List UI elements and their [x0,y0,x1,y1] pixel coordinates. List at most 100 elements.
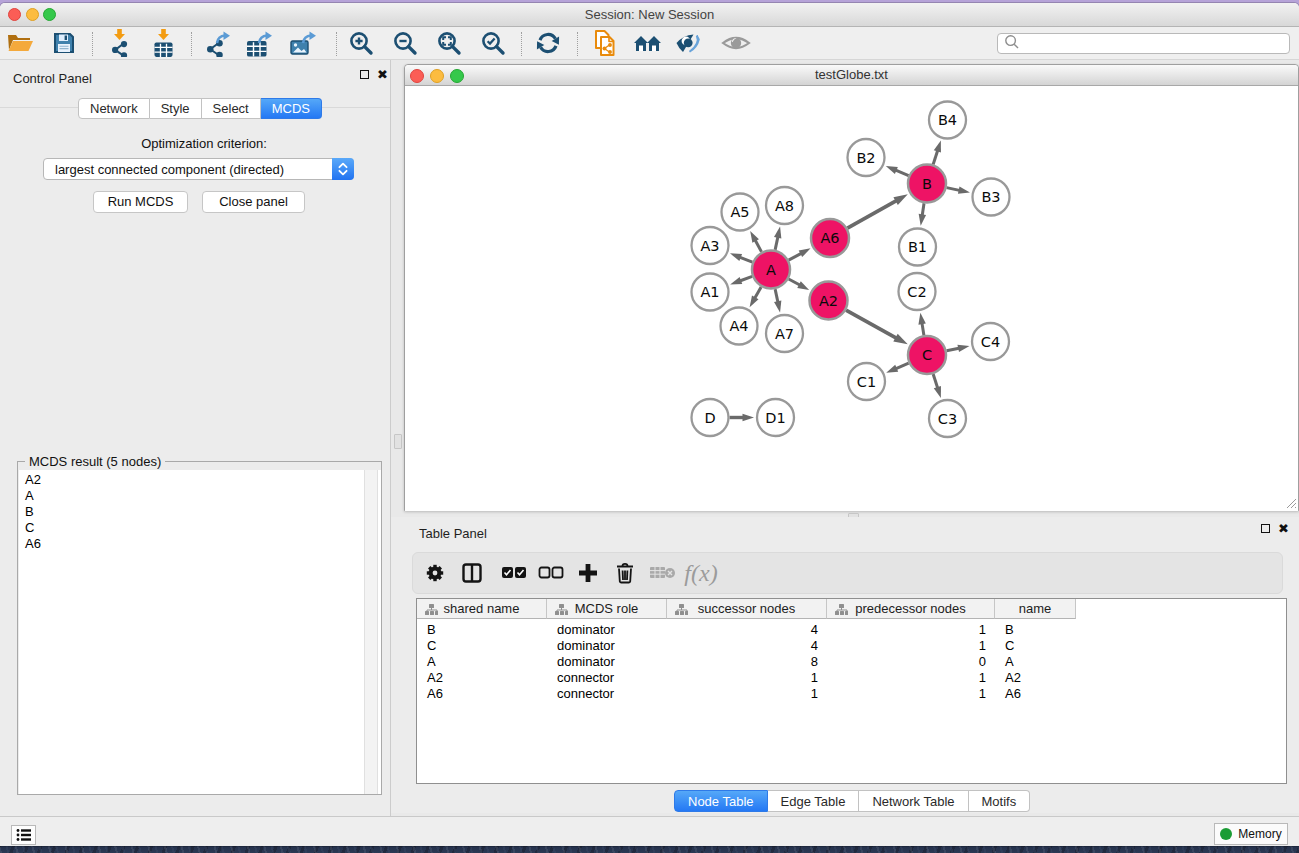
mcds-result-list[interactable]: A2ABCA6 [19,470,381,794]
table-settings-icon[interactable] [424,562,446,584]
table-row-C[interactable]: Cdominator41C [417,638,1286,654]
table-tab-network-table[interactable]: Network Table [859,790,968,812]
search-input[interactable] [1021,37,1289,51]
graph-node-A2[interactable]: A2 [810,282,848,320]
graph-edge-A-A1[interactable] [730,276,752,284]
save-session-icon[interactable] [48,28,80,58]
graph-node-B4[interactable]: B4 [929,102,966,139]
resize-grip[interactable] [1285,497,1297,509]
column-header-successor-nodes[interactable]: successor nodes [667,599,827,619]
zoom-out-icon[interactable] [389,28,421,58]
graph-node-B1[interactable]: B1 [899,229,936,266]
export-table-icon[interactable] [244,28,276,58]
column-header-shared-name[interactable]: shared name [417,599,547,619]
column-header-name[interactable]: name [995,599,1076,619]
refresh-icon[interactable] [532,28,564,58]
graph-node-A5[interactable]: A5 [722,194,759,231]
select-all-columns-icon[interactable] [501,566,527,580]
tab-style[interactable]: Style [150,98,202,119]
graph-edge-D-D1[interactable] [730,414,755,422]
column-header-MCDS-role[interactable]: MCDS role [547,599,667,619]
tab-select[interactable]: Select [202,98,261,119]
table-row-A2[interactable]: A2connector11A2 [417,670,1286,686]
graph-node-A7[interactable]: A7 [766,315,803,352]
graph-edge-C-C2[interactable] [918,313,925,336]
graph-edge-B-B1[interactable] [919,203,926,225]
show-details-icon[interactable] [720,28,752,58]
add-column-icon[interactable] [577,562,599,584]
table-tab-edge-table[interactable]: Edge Table [768,790,860,812]
close-panel-button[interactable]: Close panel [202,191,305,213]
table-row-A6[interactable]: A6connector11A6 [417,686,1286,702]
graph-node-C[interactable]: C [908,336,946,374]
graph-edge-A-A6[interactable] [789,248,811,260]
graph-edge-A-A4[interactable] [750,287,762,307]
export-network-icon[interactable] [202,28,234,58]
graph-node-A8[interactable]: A8 [766,187,803,224]
graph-edge-C-C4[interactable] [947,345,970,352]
graph-node-A[interactable]: A [752,251,790,289]
graph-edge-A-A5[interactable] [750,231,761,252]
mcds-result-item[interactable]: A2 [19,472,381,488]
memory-button[interactable]: Memory [1214,823,1288,845]
table-tab-motifs[interactable]: Motifs [969,790,1031,812]
run-mcds-button[interactable]: Run MCDS [93,191,188,213]
search-box[interactable] [997,33,1290,54]
graph-edge-A-A2[interactable] [789,279,810,290]
mcds-result-item[interactable]: A [19,488,381,504]
table-float-panel-icon[interactable] [1261,524,1270,533]
graph-node-A6[interactable]: A6 [811,219,849,257]
export-image-icon[interactable] [287,28,319,58]
graph-node-A4[interactable]: A4 [721,308,758,345]
graph-node-A3[interactable]: A3 [692,227,729,264]
graph-edge-B-B3[interactable] [947,187,970,194]
graph-edge-A-A3[interactable] [730,253,752,262]
table-row-A[interactable]: Adominator80A [417,654,1286,670]
unselect-all-columns-icon[interactable] [538,566,564,580]
table-tab-node-table[interactable]: Node Table [674,790,768,812]
import-table-icon[interactable] [148,28,180,58]
graph-node-C4[interactable]: C4 [972,323,1009,360]
graph-edge-B-B4[interactable] [933,140,941,164]
hide-details-icon[interactable] [672,28,704,58]
graph-node-C3[interactable]: C3 [929,400,966,437]
zoom-in-icon[interactable] [345,28,377,58]
network-canvas[interactable]: B4B2BB3A5A8A6A3B1AA1C2A2A4A7C4CC1C3DD1 [405,87,1298,511]
zoom-fit-icon[interactable] [433,28,465,58]
tab-mcds[interactable]: MCDS [261,98,322,119]
delete-column-icon[interactable] [615,562,635,584]
column-header-predecessor-nodes[interactable]: predecessor nodes [827,599,995,619]
graph-edge-C-C3[interactable] [933,374,941,398]
split-columns-icon[interactable] [461,562,483,584]
zoom-selected-icon[interactable] [477,28,509,58]
graph-node-B2[interactable]: B2 [848,139,885,176]
optimization-criterion-dropdown[interactable]: largest connected component (directed) [43,158,354,180]
import-network-icon[interactable] [104,28,136,58]
copy-network-icon[interactable] [589,28,621,58]
graph-node-D1[interactable]: D1 [757,399,794,436]
mcds-result-item[interactable]: A6 [19,536,381,552]
graph-node-B[interactable]: B [908,165,946,203]
graph-edge-A6-B[interactable] [847,194,907,228]
graph-node-D[interactable]: D [692,399,729,436]
graph-edge-A-A7[interactable] [774,289,781,312]
graph-edge-C-C1[interactable] [886,363,908,373]
tab-network[interactable]: Network [78,98,150,119]
table-row-B[interactable]: Bdominator41B [417,622,1286,638]
float-panel-icon[interactable] [360,70,369,79]
graph-edge-A2-C[interactable] [846,310,908,344]
graph-node-B3[interactable]: B3 [973,179,1010,216]
open-session-icon[interactable] [4,28,36,58]
graph-node-C1[interactable]: C1 [848,363,885,400]
home-layout-icon[interactable] [632,28,664,58]
mcds-result-item[interactable]: B [19,504,381,520]
mcds-result-item[interactable]: C [19,520,381,536]
table-close-panel-icon[interactable]: ✖ [1278,523,1289,534]
graph-edge-B-B2[interactable] [886,166,909,176]
vertical-splitter-handle[interactable] [394,434,402,449]
mcds-result-scrollbar[interactable] [364,470,378,794]
show-panels-button[interactable] [11,825,36,845]
graph-edge-A-A8[interactable] [774,227,781,250]
close-panel-icon[interactable]: ✖ [377,69,388,80]
graph-node-C2[interactable]: C2 [899,273,936,310]
